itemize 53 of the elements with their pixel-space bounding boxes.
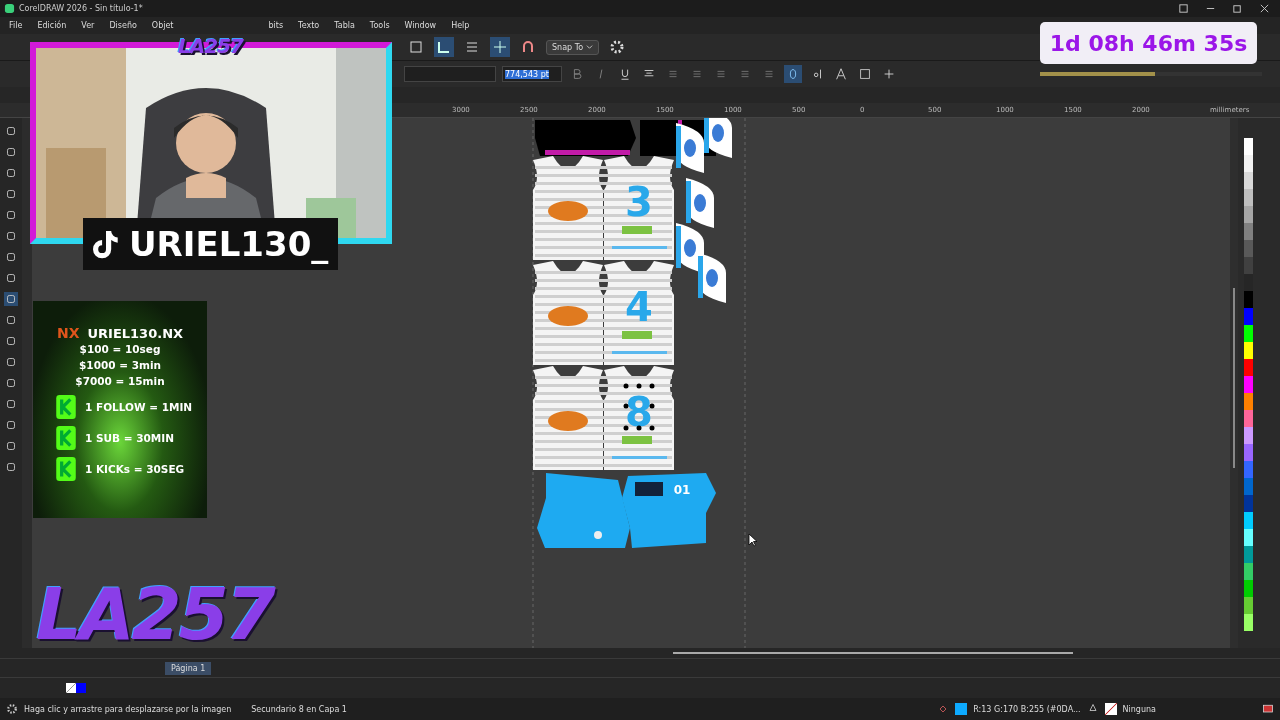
close-icon[interactable] [1259, 3, 1270, 14]
kick-rate: 1 SUB = 30MIN [85, 432, 174, 444]
menu-item[interactable]: Tabla [334, 21, 355, 30]
menu-item[interactable]: Tools [369, 21, 390, 30]
donation-rate: $100 = 10seg [79, 342, 161, 357]
menu-item[interactable]: Objet [151, 21, 174, 30]
donation-rate: $1000 = 3min [79, 358, 161, 373]
color-palette[interactable] [1238, 118, 1258, 648]
menu-item[interactable]: Ver [81, 21, 95, 30]
font-field[interactable] [404, 66, 496, 82]
tiktok-icon [93, 228, 119, 260]
menu-item[interactable]: File [9, 21, 23, 30]
font-size-field[interactable]: 774,543 pt [502, 66, 562, 82]
shorts-number: 01 [673, 483, 691, 497]
window-title: CorelDRAW 2026 - Sin título-1* [19, 4, 143, 13]
logo: LA257 [36, 572, 273, 656]
menu-item[interactable]: Texto [298, 21, 320, 30]
restore-icon[interactable] [1232, 3, 1243, 14]
status-hint: Haga clic y arrastre para desplazarse por la imagen [24, 704, 232, 714]
fill-color-value: R:13 G:170 B:255 (#0DA... [973, 704, 1081, 714]
settings-icon[interactable] [6, 703, 18, 715]
fill-color-swatch [955, 703, 968, 715]
monitor-icon[interactable] [1262, 703, 1274, 715]
selection-info: Secundario 8 en Capa 1 [251, 704, 347, 714]
kick-icon [55, 456, 77, 482]
menu-item[interactable]: Help [451, 21, 470, 30]
menu-item[interactable]: Edición [37, 21, 67, 30]
donation-rate: $7000 = 15min [75, 374, 165, 389]
page-tab[interactable]: Página 1 [165, 661, 212, 675]
cursor-icon [748, 533, 758, 547]
kick-icon [55, 394, 77, 420]
panel-title: URIEL130.NX [87, 325, 184, 341]
outline-none-swatch [1104, 703, 1117, 715]
menu-item[interactable]: Window [404, 21, 437, 30]
jersey-number: 3 [625, 179, 653, 225]
jersey-number: 8 [625, 389, 653, 435]
outline-value: Ninguna [1122, 704, 1156, 714]
brand-logo: NX [56, 325, 80, 341]
kick-rate: 1 FOLLOW = 1MIN [85, 401, 193, 413]
menu-item[interactable]: bits [268, 21, 284, 30]
jersey-number: 4 [625, 284, 653, 330]
app-icon [4, 3, 15, 14]
color-swatch[interactable] [76, 683, 86, 693]
caret-icon [586, 42, 594, 50]
snap-to-dropdown[interactable]: Snap To [546, 39, 600, 55]
guidelines-icon[interactable] [490, 37, 510, 57]
tiktok-username: URIEL130_ [129, 224, 329, 264]
kick-icon [55, 425, 77, 451]
menu-item[interactable]: Diseño [109, 21, 137, 30]
rulers-icon[interactable] [434, 37, 454, 57]
kick-rate: 1 KICKs = 30SEG [85, 463, 185, 475]
countdown-timer: 1d 08h 46m 35s [1040, 22, 1257, 64]
none-swatch[interactable] [66, 683, 76, 693]
